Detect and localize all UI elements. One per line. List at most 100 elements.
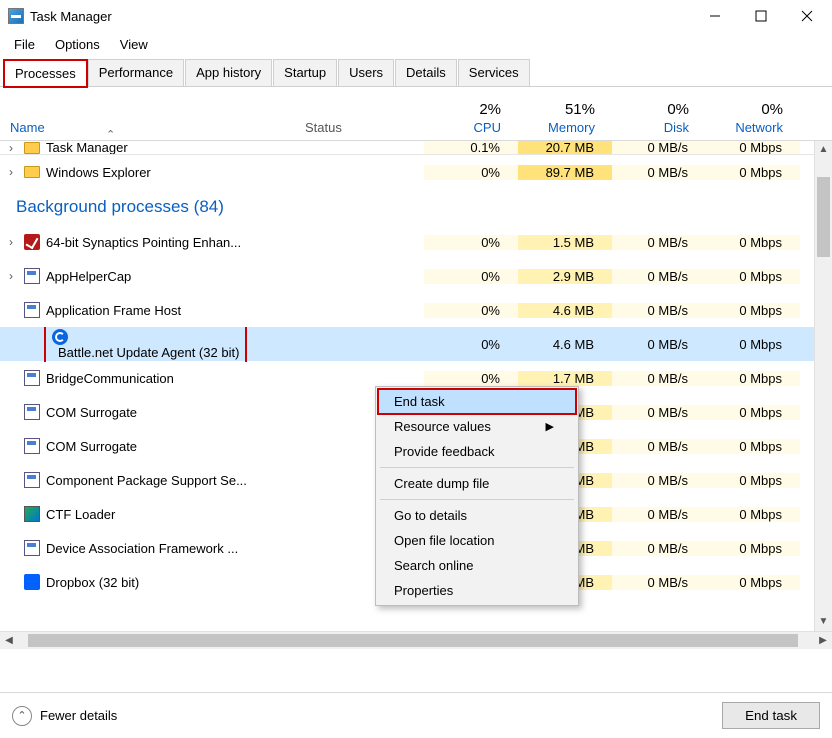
ctx-open-location[interactable]: Open file location xyxy=(378,528,576,553)
disk-cell: 0 MB/s xyxy=(612,473,706,488)
tab-startup[interactable]: Startup xyxy=(273,59,337,86)
end-task-button-label: End task xyxy=(745,708,797,723)
cpu-cell: 0.1% xyxy=(424,141,518,155)
col-name[interactable]: ⌃ Name xyxy=(10,120,305,140)
maximize-button[interactable] xyxy=(738,1,784,31)
net-cell: 0 Mbps xyxy=(706,141,800,155)
hscroll-thumb[interactable] xyxy=(28,634,798,647)
maximize-icon xyxy=(753,8,769,24)
table-row[interactable]: ›Windows Explorer0%89.7 MB0 MB/s0 Mbps xyxy=(0,155,832,189)
net-cell: 0 Mbps xyxy=(706,337,800,352)
process-name: Battle.net Update Agent (32 bit) xyxy=(42,327,304,362)
scroll-up-icon[interactable]: ▲ xyxy=(815,141,832,159)
vscroll-thumb[interactable] xyxy=(817,177,830,257)
process-name: Dropbox (32 bit) xyxy=(42,575,304,590)
expand-toggle[interactable]: › xyxy=(0,165,22,179)
menu-view[interactable]: View xyxy=(110,34,158,55)
fewer-details-label[interactable]: Fewer details xyxy=(40,708,117,723)
app-icon xyxy=(8,8,24,24)
tab-users[interactable]: Users xyxy=(338,59,394,86)
col-network[interactable]: 0% Network xyxy=(707,101,801,140)
ctx-end-task-label: End task xyxy=(394,394,445,409)
tabs: Processes Performance App history Startu… xyxy=(0,59,832,87)
vertical-scrollbar[interactable]: ▲ ▼ xyxy=(814,141,832,631)
process-name-label: Dropbox (32 bit) xyxy=(46,575,139,590)
mem-cell: 20.7 MB xyxy=(518,141,612,155)
process-name-label: Windows Explorer xyxy=(46,165,151,180)
mem-cell: 1.5 MB xyxy=(518,235,612,250)
col-memory[interactable]: 51% Memory xyxy=(519,101,613,140)
fewer-details-toggle[interactable]: ⌃ xyxy=(12,706,32,726)
end-task-button[interactable]: End task xyxy=(722,702,820,729)
ctx-provide-feedback[interactable]: Provide feedback xyxy=(378,439,576,464)
ctx-separator xyxy=(380,467,574,468)
table-row[interactable]: ›Task Manager0.1%20.7 MB0 MB/s0 Mbps xyxy=(0,141,832,155)
scroll-right-icon[interactable]: ▶ xyxy=(814,632,832,649)
minimize-icon xyxy=(707,8,723,24)
close-button[interactable] xyxy=(784,1,830,31)
ctx-search-label: Search online xyxy=(394,558,474,573)
process-name-label: Device Association Framework ... xyxy=(46,541,238,556)
tab-performance[interactable]: Performance xyxy=(88,59,184,86)
col-disk[interactable]: 0% Disk xyxy=(613,101,707,140)
process-name-label: BridgeCommunication xyxy=(46,371,174,386)
app-icon xyxy=(24,302,40,318)
ctx-properties[interactable]: Properties xyxy=(378,578,576,603)
minimize-button[interactable] xyxy=(692,1,738,31)
ctx-feedback-label: Provide feedback xyxy=(394,444,494,459)
ctx-create-dump[interactable]: Create dump file xyxy=(378,471,576,496)
net-cell: 0 Mbps xyxy=(706,439,800,454)
tab-processes[interactable]: Processes xyxy=(4,60,87,87)
hscroll-track[interactable] xyxy=(18,632,814,649)
net-pct: 0% xyxy=(707,101,783,118)
ctx-go-details[interactable]: Go to details xyxy=(378,503,576,528)
net-cell: 0 Mbps xyxy=(706,575,800,590)
table-row[interactable]: Battle.net Update Agent (32 bit)0%4.6 MB… xyxy=(0,327,832,361)
col-cpu[interactable]: 2% CPU xyxy=(425,101,519,140)
expand-toggle[interactable]: › xyxy=(0,141,22,155)
process-name-label: Battle.net Update Agent (32 bit) xyxy=(58,345,239,360)
synaptics-icon xyxy=(24,234,40,250)
scroll-left-icon[interactable]: ◀ xyxy=(0,632,18,649)
expand-toggle[interactable]: › xyxy=(0,269,22,283)
cpu-cell: 0% xyxy=(424,269,518,284)
expand-toggle[interactable]: › xyxy=(0,235,22,249)
disk-cell: 0 MB/s xyxy=(612,337,706,352)
process-name: COM Surrogate xyxy=(42,439,304,454)
ctx-resource-values[interactable]: Resource values▶ xyxy=(378,414,576,439)
ctx-separator xyxy=(380,499,574,500)
window-title: Task Manager xyxy=(30,9,692,24)
process-name: Task Manager xyxy=(42,141,304,155)
table-row[interactable]: ›AppHelperCap0%2.9 MB0 MB/s0 Mbps xyxy=(0,259,832,293)
net-cell: 0 Mbps xyxy=(706,303,800,318)
tab-details[interactable]: Details xyxy=(395,59,457,86)
horizontal-scrollbar[interactable]: ◀ ▶ xyxy=(0,631,832,649)
disk-cell: 0 MB/s xyxy=(612,541,706,556)
scroll-down-icon[interactable]: ▼ xyxy=(815,613,832,631)
col-status[interactable]: Status xyxy=(305,120,425,140)
menu-options[interactable]: Options xyxy=(45,34,110,55)
table-row[interactable]: ›64-bit Synaptics Pointing Enhan...0%1.5… xyxy=(0,225,832,259)
tab-services[interactable]: Services xyxy=(458,59,530,86)
cpu-cell: 0% xyxy=(424,303,518,318)
disk-cell: 0 MB/s xyxy=(612,575,706,590)
process-name: COM Surrogate xyxy=(42,405,304,420)
table-row[interactable]: Application Frame Host0%4.6 MB0 MB/s0 Mb… xyxy=(0,293,832,327)
ctx-search-online[interactable]: Search online xyxy=(378,553,576,578)
cpu-cell: 0% xyxy=(424,337,518,352)
tab-app-history[interactable]: App history xyxy=(185,59,272,86)
titlebar[interactable]: Task Manager xyxy=(0,0,832,32)
process-name: Windows Explorer xyxy=(42,165,304,180)
disk-cell: 0 MB/s xyxy=(612,303,706,318)
process-name: BridgeCommunication xyxy=(42,371,304,386)
ctx-properties-label: Properties xyxy=(394,583,453,598)
ctx-end-task[interactable]: End task xyxy=(378,389,576,414)
disk-cell: 0 MB/s xyxy=(612,507,706,522)
net-cell: 0 Mbps xyxy=(706,405,800,420)
process-name: 64-bit Synaptics Pointing Enhan... xyxy=(42,235,304,250)
mem-cell: 89.7 MB xyxy=(518,165,612,180)
menu-file[interactable]: File xyxy=(4,34,45,55)
process-name-label: 64-bit Synaptics Pointing Enhan... xyxy=(46,235,241,250)
mem-cell: 2.9 MB xyxy=(518,269,612,284)
dropbox-icon xyxy=(24,574,40,590)
